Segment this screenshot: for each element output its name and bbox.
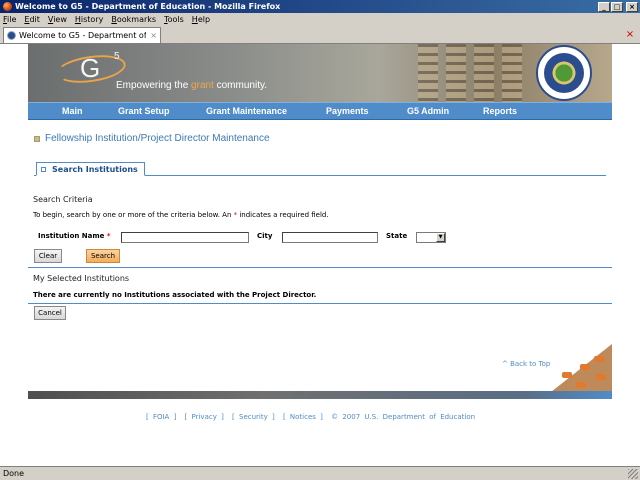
institution-name-label-text: Institution Name <box>38 232 105 240</box>
title-bullet-icon <box>34 135 40 142</box>
nav-g5-admin[interactable]: G5 Admin <box>407 106 449 116</box>
window-titlebar: Welcome to G5 - Department of Education … <box>0 0 640 13</box>
institution-name-label: Institution Name * <box>38 232 111 240</box>
close-tab-icon[interactable]: × <box>624 29 636 41</box>
g5-logo-letter: G <box>80 53 100 83</box>
status-text: Done <box>3 469 25 478</box>
main-nav: Main Grant Setup Grant Maintenance Payme… <box>28 102 612 120</box>
site-banner: G 5 Empowering the grant community. <box>28 44 612 102</box>
g5-page: G 5 Empowering the grant community. Main… <box>28 44 612 466</box>
section-divider <box>28 267 612 268</box>
clear-button[interactable]: Clear <box>34 249 62 263</box>
maximize-button[interactable]: □ <box>611 1 623 12</box>
banner-tagline: Empowering the grant community. <box>116 80 267 91</box>
institution-name-input[interactable] <box>121 232 249 243</box>
tab-search-institutions-label: Search Institutions <box>52 164 138 174</box>
menu-history[interactable]: History <box>75 15 103 24</box>
menu-file[interactable]: File <box>3 15 16 24</box>
tab-square-icon <box>41 166 46 172</box>
footer-link-foia[interactable]: [ FOIA ] <box>146 413 176 421</box>
tagline-start: Empowering the <box>116 80 192 91</box>
chair-decoration <box>562 372 572 378</box>
chair-decoration <box>580 364 590 370</box>
bookshelf-decoration <box>502 44 522 102</box>
bookshelf-decoration <box>418 44 438 102</box>
minimize-button[interactable]: _ <box>598 1 610 12</box>
search-instructions: To begin, search by one or more of the c… <box>33 211 329 219</box>
selected-institutions-heading: My Selected Institutions <box>33 274 130 283</box>
cancel-button[interactable]: Cancel <box>34 306 66 320</box>
browser-tab-title: Welcome to G5 - Department of Edu... <box>19 31 147 40</box>
menu-help[interactable]: Help <box>192 15 210 24</box>
nav-reports[interactable]: Reports <box>483 106 517 116</box>
seal-tree-icon <box>544 53 584 93</box>
chair-decoration <box>594 356 604 362</box>
footer-copyright: © 2007 U.S. Department of Education <box>331 413 476 421</box>
chair-decoration <box>576 382 586 388</box>
instructions-start: To begin, search by one or more of the c… <box>33 211 234 219</box>
g5-logo-superscript: 5 <box>114 51 120 62</box>
site-favicon-icon <box>7 31 16 40</box>
browser-tab[interactable]: Welcome to G5 - Department of Edu... × <box>3 27 161 43</box>
firefox-icon <box>3 2 12 11</box>
section-divider <box>28 303 612 304</box>
tagline-end: community. <box>213 80 268 91</box>
footer-links: [ FOIA ] [ Privacy ] [ Security ] [ Noti… <box>146 413 479 421</box>
page-title: Fellowship Institution/Project Director … <box>34 133 270 144</box>
browser-viewport: G 5 Empowering the grant community. Main… <box>0 44 640 466</box>
browser-tab-bar: Welcome to G5 - Department of Edu... × × <box>0 26 640 44</box>
footer-link-privacy[interactable]: [ Privacy ] <box>185 413 224 421</box>
nav-grant-maintenance[interactable]: Grant Maintenance <box>206 106 287 116</box>
footer-link-security[interactable]: [ Security ] <box>232 413 275 421</box>
department-seal-logo <box>536 45 592 101</box>
tab-search-institutions[interactable]: Search Institutions <box>36 162 145 176</box>
menu-bookmarks[interactable]: Bookmarks <box>111 15 156 24</box>
tab-close-icon[interactable]: × <box>150 31 157 40</box>
city-label: City <box>257 232 273 240</box>
chair-decoration <box>596 374 606 380</box>
dropdown-arrow-icon[interactable]: ▼ <box>436 233 445 242</box>
menu-edit[interactable]: Edit <box>24 15 40 24</box>
tagline-accent: grant <box>191 80 214 91</box>
empty-institutions-message: There are currently no Institutions asso… <box>33 291 317 299</box>
instructions-end: indicates a required field. <box>237 211 329 219</box>
status-bar: Done <box>0 466 640 480</box>
institution-required-marker: * <box>106 232 111 240</box>
close-window-button[interactable]: × <box>626 1 638 12</box>
nav-grant-setup[interactable]: Grant Setup <box>118 106 170 116</box>
resize-grip-icon[interactable] <box>628 469 638 479</box>
window-title: Welcome to G5 - Department of Education … <box>15 2 281 11</box>
page-title-text: Fellowship Institution/Project Director … <box>45 133 270 144</box>
search-criteria-heading: Search Criteria <box>33 195 93 204</box>
footer-band <box>28 391 612 399</box>
nav-main[interactable]: Main <box>62 106 83 116</box>
nav-payments[interactable]: Payments <box>326 106 369 116</box>
bookshelf-decoration <box>446 44 466 102</box>
city-input[interactable] <box>282 232 378 243</box>
search-button[interactable]: Search <box>86 249 120 263</box>
state-select[interactable]: ▼ <box>416 232 446 243</box>
menu-tools[interactable]: Tools <box>164 15 184 24</box>
footer-link-notices[interactable]: [ Notices ] <box>283 413 323 421</box>
state-label: State <box>386 232 408 240</box>
menu-view[interactable]: View <box>48 15 67 24</box>
bookshelf-decoration <box>474 44 494 102</box>
menu-bar: File Edit View History Bookmarks Tools H… <box>0 13 640 25</box>
